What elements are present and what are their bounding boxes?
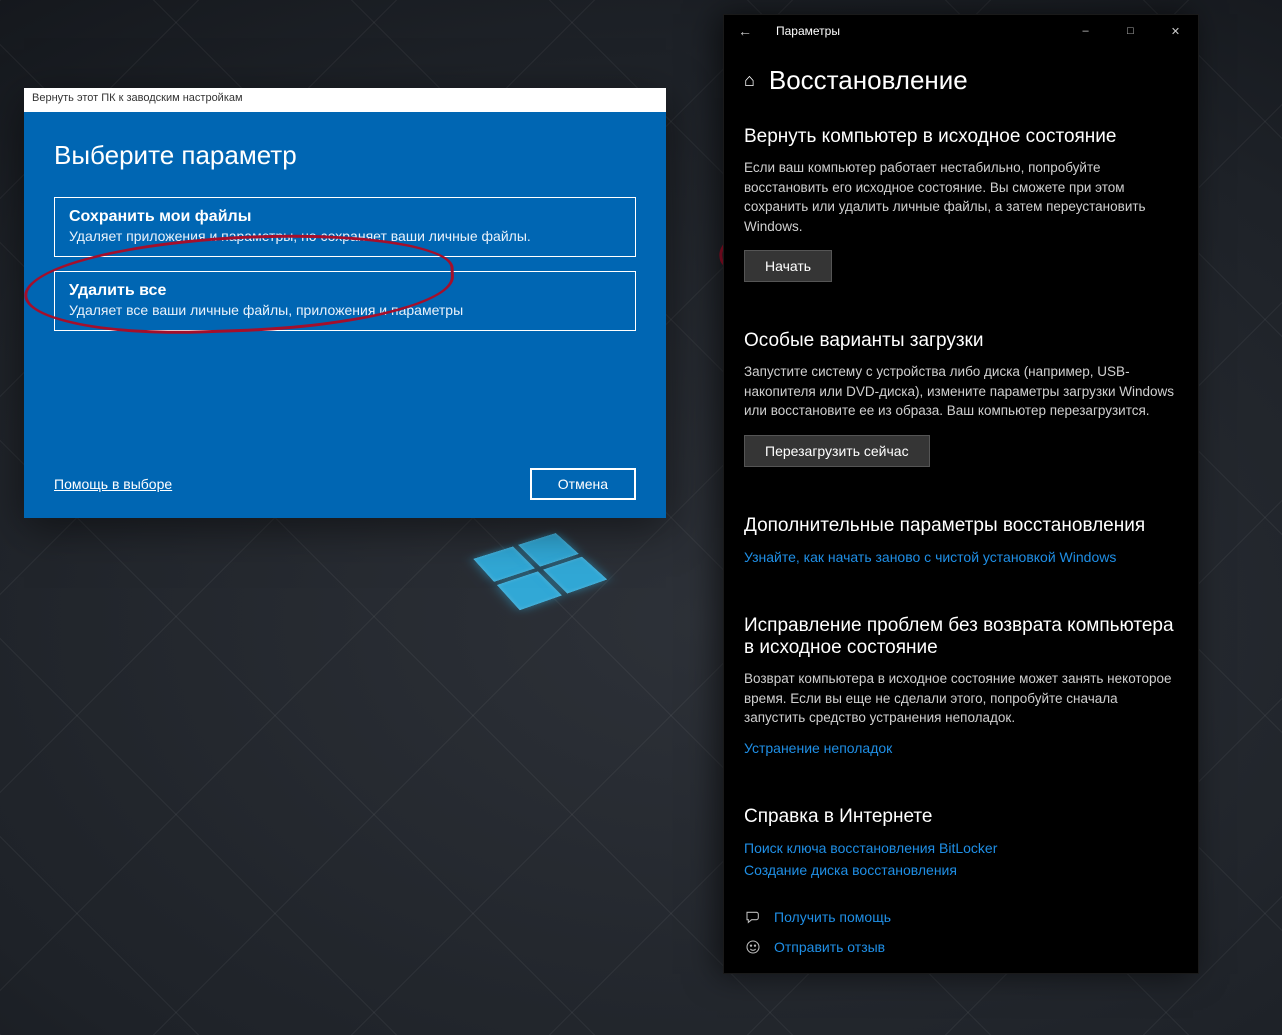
troubleshoot-link[interactable]: Устранение неполадок (744, 740, 892, 756)
option-desc: Удаляет все ваши личные файлы, приложени… (69, 302, 621, 318)
option-keep-files[interactable]: Сохранить мои файлы Удаляет приложения и… (54, 197, 636, 257)
close-button[interactable]: ✕ (1153, 16, 1198, 46)
get-started-button[interactable]: Начать (744, 250, 832, 282)
fresh-start-link[interactable]: Узнайте, как начать заново с чистой уста… (744, 549, 1116, 565)
cancel-button[interactable]: Отмена (530, 468, 636, 500)
recovery-drive-link[interactable]: Создание диска восстановления (744, 862, 1178, 878)
option-title: Удалить все (69, 282, 621, 300)
option-remove-everything[interactable]: Удалить все Удаляет все ваши личные файл… (54, 271, 636, 331)
give-feedback-link[interactable]: Отправить отзыв (744, 939, 1178, 955)
page-title: Восстановление (769, 65, 968, 96)
window-titlebar: ← Параметры – □ ✕ (724, 15, 1198, 47)
link-label: Отправить отзыв (774, 939, 885, 955)
settings-window: ← Параметры – □ ✕ ⌂ Восстановление Верну… (723, 14, 1199, 974)
option-desc: Удаляет приложения и параметры, но сохра… (69, 228, 621, 244)
bitlocker-key-link[interactable]: Поиск ключа восстановления BitLocker (744, 840, 1178, 856)
section-desc: Если ваш компьютер работает нестабильно,… (744, 158, 1178, 236)
section-title-more-recovery: Дополнительные параметры восстановления (744, 515, 1178, 537)
restart-now-button[interactable]: Перезагрузить сейчас (744, 435, 930, 467)
dialog-title: Вернуть этот ПК к заводским настройкам (24, 88, 666, 112)
minimize-button[interactable]: – (1063, 16, 1108, 46)
help-icon (744, 909, 762, 925)
section-title-advanced-startup: Особые варианты загрузки (744, 330, 1178, 352)
feedback-icon (744, 939, 762, 955)
section-title-troubleshoot: Исправление проблем без возврата компьют… (744, 615, 1178, 659)
maximize-button[interactable]: □ (1108, 16, 1153, 46)
link-label: Получить помощь (774, 909, 891, 925)
section-title-web-help: Справка в Интернете (744, 806, 1178, 828)
section-desc: Возврат компьютера в исходное состояние … (744, 669, 1178, 728)
dialog-heading: Выберите параметр (54, 140, 636, 171)
back-button[interactable]: ← (734, 23, 756, 39)
section-title-reset: Вернуть компьютер в исходное состояние (744, 126, 1178, 148)
home-icon[interactable]: ⌂ (744, 70, 755, 91)
window-title: Параметры (776, 24, 840, 38)
option-title: Сохранить мои файлы (69, 208, 621, 226)
help-choosing-link[interactable]: Помощь в выборе (54, 476, 172, 492)
page-header: ⌂ Восстановление (724, 47, 1198, 120)
reset-pc-dialog: Вернуть этот ПК к заводским настройкам В… (24, 88, 666, 518)
section-desc: Запустите систему с устройства либо диск… (744, 362, 1178, 421)
get-help-link[interactable]: Получить помощь (744, 909, 1178, 925)
